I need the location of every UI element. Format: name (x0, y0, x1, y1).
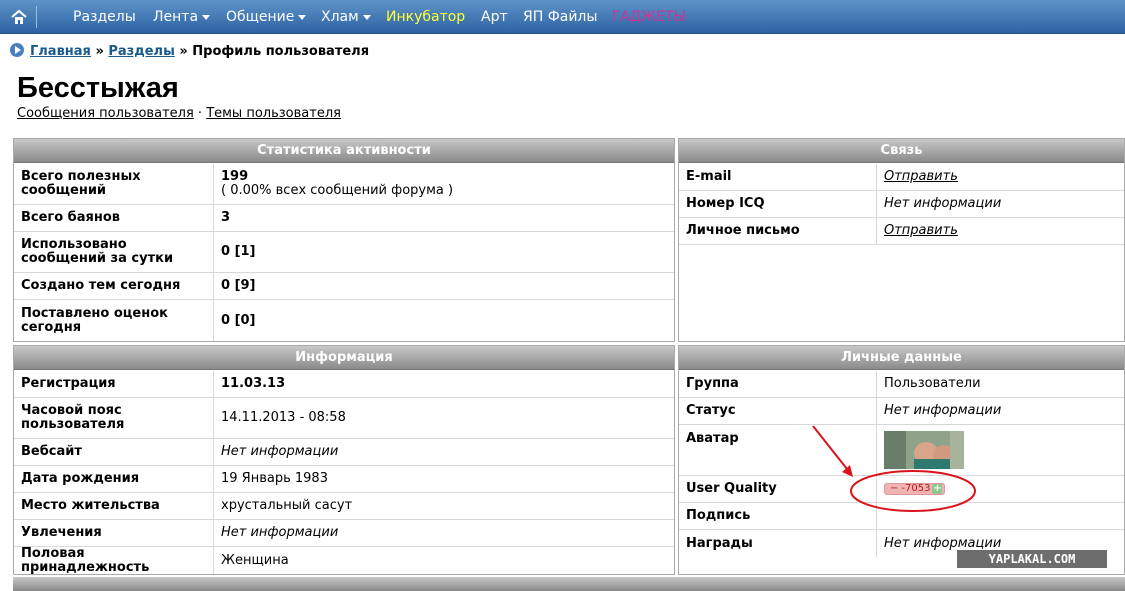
row-label: Использовано сообщений за сутки (14, 232, 214, 272)
breadcrumb-separator: » (179, 44, 188, 59)
row-value: 3 (221, 210, 231, 225)
table-row: Всего полезных сообщений 199 ( 0.00% все… (14, 164, 674, 205)
table-row: Создано тем сегодня 0 [9] (14, 273, 674, 300)
annotation-arrow-icon (812, 425, 852, 475)
row-value: Пользователи (884, 376, 981, 391)
table-row: Регистрация 11.03.13 (14, 371, 674, 398)
row-value: Женщина (221, 552, 289, 568)
table-row: E-mail Отправить (679, 164, 1124, 191)
table-row: Использовано сообщений за сутки 0 [1] (14, 232, 674, 273)
table-row: Всего баянов 3 (14, 205, 674, 232)
nav-label: Общение (226, 9, 295, 25)
useful-posts-percent: ( 0.00% всех сообщений форума ) (221, 183, 454, 198)
table-row: Дата рождения 19 Январь 1983 (14, 466, 674, 493)
row-label: Всего полезных сообщений (14, 164, 214, 204)
nav-item-incubator[interactable]: Инкубатор (386, 9, 465, 25)
nav-item-feed[interactable]: Лента (153, 9, 211, 25)
nav-separator (36, 6, 37, 28)
table-row: Увлечения Нет информации (14, 520, 674, 547)
table-row: Группа Пользователи (679, 371, 1124, 398)
row-value: 0 [0] (221, 312, 256, 328)
top-nav-bar: Разделы Лента Общение Хлам Инкубатор Арт… (0, 0, 1125, 34)
breadcrumb-current: Профиль пользователя (192, 44, 370, 59)
row-label: E-mail (679, 164, 877, 190)
send-email-link[interactable]: Отправить (877, 164, 958, 190)
table-row: Место жительства хрустальный сасут (14, 493, 674, 520)
contact-panel: Связь E-mail Отправить Номер ICQ Нет инф… (678, 138, 1125, 342)
chevron-down-icon (202, 14, 211, 20)
user-posts-link[interactable]: Сообщения пользователя (17, 106, 194, 121)
table-row: Половая принадлежность Женщина (14, 546, 674, 574)
stats-panel-title: Статистика активности (14, 139, 674, 163)
row-label: Часовой пояс пользователя (14, 398, 214, 438)
nav-label: Арт (481, 9, 508, 25)
chevron-down-icon (298, 14, 307, 20)
bullet-arrow-icon (10, 43, 24, 57)
annotation-circle (850, 470, 976, 512)
row-label: Увлечения (14, 520, 214, 546)
breadcrumb-sections-link[interactable]: Разделы (108, 44, 174, 59)
nav-label: Лента (153, 9, 199, 25)
table-row: Личное письмо Отправить (679, 218, 1124, 245)
personal-panel-title: Личные данные (679, 346, 1124, 370)
row-label: Вебсайт (14, 439, 214, 465)
user-topics-link[interactable]: Темы пользователя (206, 106, 341, 121)
row-value: 11.03.13 (221, 376, 286, 391)
nav-item-chat[interactable]: Общение (226, 9, 307, 25)
row-value: Нет информации (884, 196, 1002, 211)
row-value: 14.11.2013 - 08:58 (221, 410, 346, 425)
nav-item-files[interactable]: ЯП Файлы (523, 9, 597, 25)
contact-panel-title: Связь (679, 139, 1124, 163)
row-label: Дата рождения (14, 466, 214, 492)
nav-label: ЯП Файлы (523, 9, 598, 25)
row-label: Всего баянов (14, 205, 214, 231)
row-label: Половая принадлежность (14, 546, 214, 574)
nav-item-sections[interactable]: Разделы (73, 9, 136, 25)
row-value: 19 Январь 1983 (221, 471, 328, 486)
nav-label: ГАДЖЕТЫ (612, 9, 686, 25)
breadcrumb-separator: » (95, 44, 104, 59)
row-value: 199 ( 0.00% всех сообщений форума ) (214, 164, 453, 204)
row-label: Поставлено оценок сегодня (14, 300, 214, 341)
nav-label: Инкубатор (386, 9, 466, 25)
row-value: Нет информации (221, 444, 339, 459)
nav-item-junk[interactable]: Хлам (321, 9, 371, 25)
table-row: Поставлено оценок сегодня 0 [0] (14, 300, 674, 341)
row-value: 0 [1] (221, 244, 256, 259)
annotation-overlay (812, 425, 976, 512)
watermark: YAPLAKAL.COM (957, 550, 1107, 568)
chevron-down-icon (362, 14, 371, 20)
row-label: Регистрация (14, 371, 214, 397)
row-label: Номер ICQ (679, 191, 877, 217)
nav-label: Разделы (73, 9, 136, 25)
breadcrumb-home-link[interactable]: Главная (30, 44, 91, 59)
info-panel: Информация Регистрация 11.03.13 Часовой … (13, 345, 675, 575)
row-label: Место жительства (14, 493, 214, 519)
link-separator: · (197, 106, 203, 121)
row-label: Награды (679, 530, 877, 557)
row-label: Группа (679, 371, 877, 397)
send-pm-link[interactable]: Отправить (877, 218, 958, 244)
breadcrumb: Главная » Разделы » Профиль пользователя (10, 43, 369, 59)
info-panel-title: Информация (14, 346, 674, 370)
row-label: Создано тем сегодня (14, 273, 214, 299)
useful-posts-count: 199 (221, 169, 249, 184)
row-label: Личное письмо (679, 218, 877, 244)
table-row: Часовой пояс пользователя 14.11.2013 - 0… (14, 398, 674, 439)
annotation-arrowhead-icon (842, 465, 853, 477)
row-value: 0 [9] (221, 278, 256, 293)
table-row: Номер ICQ Нет информации (679, 191, 1124, 218)
nav-item-gadgets[interactable]: ГАДЖЕТЫ (612, 9, 686, 25)
stats-panel: Статистика активности Всего полезных соо… (13, 138, 675, 342)
table-row: Вебсайт Нет информации (14, 439, 674, 466)
nav-item-art[interactable]: Арт (481, 9, 508, 25)
home-icon[interactable] (10, 8, 28, 26)
row-value: Нет информации (221, 525, 339, 540)
row-value: хрустальный сасут (221, 498, 353, 513)
page-title: Бесстыжая (17, 72, 179, 104)
profile-links: Сообщения пользователя · Темы пользовате… (17, 106, 341, 121)
nav-label: Хлам (321, 9, 359, 25)
